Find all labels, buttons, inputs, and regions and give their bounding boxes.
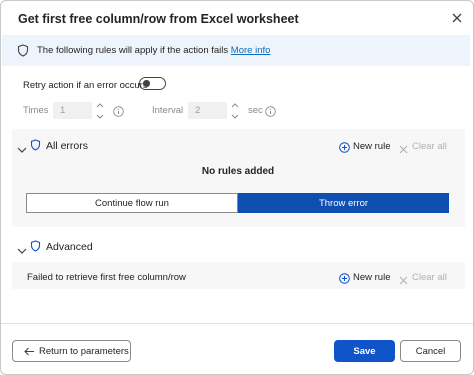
chevron-down-icon[interactable] <box>17 242 27 260</box>
close-icon <box>399 272 408 290</box>
toggle-knob <box>143 80 150 87</box>
interval-stepper[interactable] <box>231 101 239 121</box>
times-label: Times <box>23 105 49 116</box>
throw-error-option[interactable]: Throw error <box>238 193 449 213</box>
new-rule-button[interactable]: New rule <box>353 141 391 152</box>
arrow-left-icon <box>24 347 34 356</box>
interval-label: Interval <box>152 105 184 116</box>
clear-all-button: Clear all <box>412 141 447 152</box>
no-rules-text: No rules added <box>201 166 275 177</box>
shield-icon <box>30 239 41 257</box>
all-errors-title: All errors <box>46 140 89 152</box>
interval-input[interactable]: 2 <box>188 102 227 119</box>
new-rule-button[interactable]: New rule <box>353 272 391 283</box>
close-icon <box>399 141 408 159</box>
retry-label: Retry action if an error occurs <box>23 80 148 91</box>
continue-flow-run-option[interactable]: Continue flow run <box>26 193 238 213</box>
times-info-icon[interactable] <box>113 104 124 122</box>
more-info-link[interactable]: More info <box>231 45 271 56</box>
advanced-title: Advanced <box>46 241 93 253</box>
interval-info-icon[interactable] <box>265 104 276 122</box>
error-handling-dialog: Get first free column/row from Excel wor… <box>0 0 474 375</box>
clear-all-button: Clear all <box>412 272 447 283</box>
retry-toggle[interactable] <box>139 77 166 90</box>
return-to-parameters-button[interactable]: Return to parameters <box>12 340 131 362</box>
add-circle-icon[interactable] <box>339 140 350 158</box>
add-circle-icon[interactable] <box>339 271 350 289</box>
dialog-title: Get first free column/row from Excel wor… <box>18 12 299 26</box>
info-text: The following rules will apply if the ac… <box>37 45 270 56</box>
info-banner: The following rules will apply if the ac… <box>2 35 470 66</box>
close-icon[interactable] <box>450 11 464 25</box>
info-message: The following rules will apply if the ac… <box>37 45 229 56</box>
interval-unit: sec <box>248 105 263 116</box>
cancel-button[interactable]: Cancel <box>400 340 461 362</box>
shield-icon <box>30 138 41 156</box>
footer-divider <box>1 323 473 324</box>
advanced-item-text: Failed to retrieve first free column/row <box>27 272 186 283</box>
shield-icon <box>17 44 29 62</box>
chevron-down-icon[interactable] <box>17 141 27 159</box>
return-label: Return to parameters <box>39 346 129 357</box>
times-stepper[interactable] <box>96 101 104 121</box>
times-input[interactable]: 1 <box>53 102 92 119</box>
save-button[interactable]: Save <box>334 340 395 362</box>
